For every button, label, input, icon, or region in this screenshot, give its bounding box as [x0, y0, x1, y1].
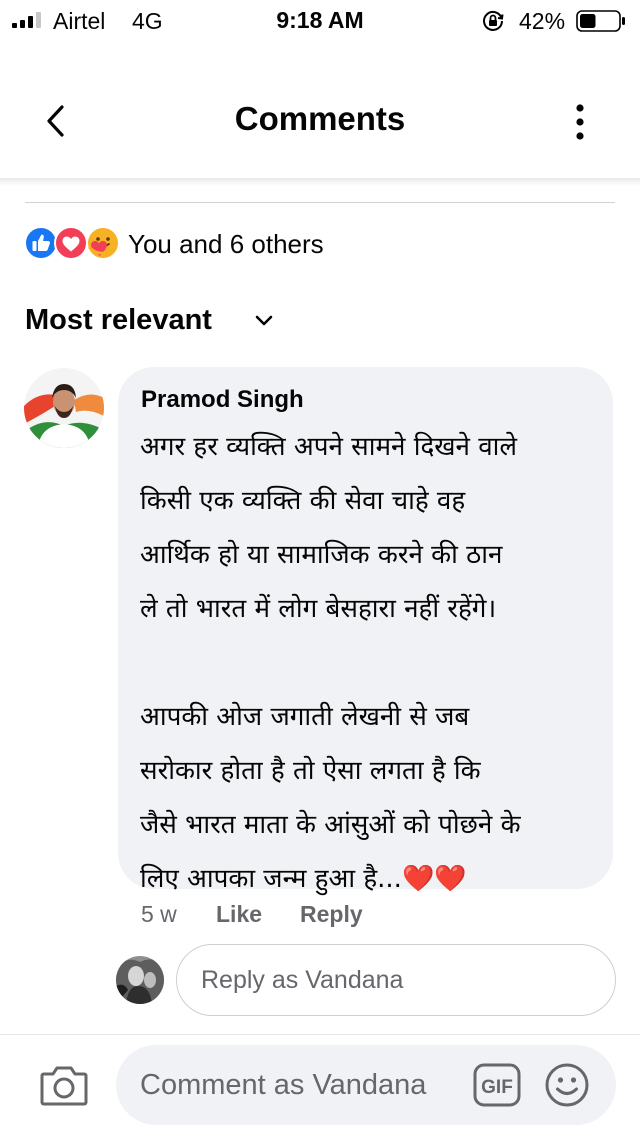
commenter-avatar[interactable] — [24, 368, 104, 448]
orientation-lock-icon — [483, 11, 504, 31]
comment-line: किसी एक व्यक्ति की सेवा चाहे वह — [140, 486, 466, 516]
comment-composer-bar: GIF — [0, 1034, 640, 1136]
comment-line: सरोकार होता है तो ऐसा लगता है कि — [140, 756, 481, 786]
comment-line: ले तो भारत में लोग बेसहारा नहीं रहेंगे। — [140, 594, 497, 624]
love-icon — [54, 226, 88, 260]
comment-input[interactable] — [140, 1045, 470, 1125]
header-bar: Comments — [0, 40, 640, 180]
gif-label: GIF — [481, 1077, 513, 1098]
sort-dropdown[interactable]: Most relevant — [25, 304, 273, 340]
comment-line: लिए आपका जन्म हुआ है... — [140, 864, 402, 894]
reaction-count-text: You and 6 others — [128, 229, 324, 259]
emoji-icon[interactable] — [544, 1062, 590, 1108]
like-icon — [24, 226, 58, 260]
reply-button[interactable]: Reply — [300, 901, 363, 928]
comment-line: आर्थिक हो या सामाजिक करने की ठान — [140, 540, 503, 570]
comment-line-last: लिए आपका जन्म हुआ है...❤️❤️ — [140, 852, 608, 906]
user-avatar — [116, 956, 164, 1004]
divider — [25, 202, 615, 203]
comment-line: जैसे भारत माता के आंसुओं को पोछने के — [140, 810, 521, 840]
comment-text: अगर हर व्यक्ति अपने सामने दिखने वाले किस… — [140, 420, 608, 906]
page-title: Comments — [234, 100, 406, 137]
battery-icon — [576, 10, 625, 32]
gif-icon[interactable]: GIF — [472, 1062, 522, 1108]
heart-emoji: ❤️❤️ — [401, 864, 467, 894]
header-shadow — [0, 178, 640, 186]
comment-line: आपकी ओज जगाती लेखनी से जब — [140, 702, 470, 732]
sort-label: Most relevant — [25, 304, 212, 336]
more-options-icon[interactable] — [560, 96, 600, 148]
battery-percent: 42% — [519, 8, 566, 34]
comment-timestamp: 5 w — [141, 901, 177, 927]
comment-author-name[interactable]: Pramod Singh — [141, 386, 304, 414]
like-button[interactable]: Like — [216, 901, 262, 928]
reply-input[interactable] — [176, 944, 616, 1016]
care-icon — [86, 226, 120, 260]
comment-line: अगर हर व्यक्ति अपने सामने दिखने वाले — [140, 432, 518, 462]
chevron-down-icon — [255, 315, 273, 326]
status-bar: Airtel 4G 9:18 AM 42% — [0, 0, 640, 40]
camera-icon[interactable] — [38, 1061, 90, 1109]
comment-field: GIF — [116, 1045, 616, 1125]
